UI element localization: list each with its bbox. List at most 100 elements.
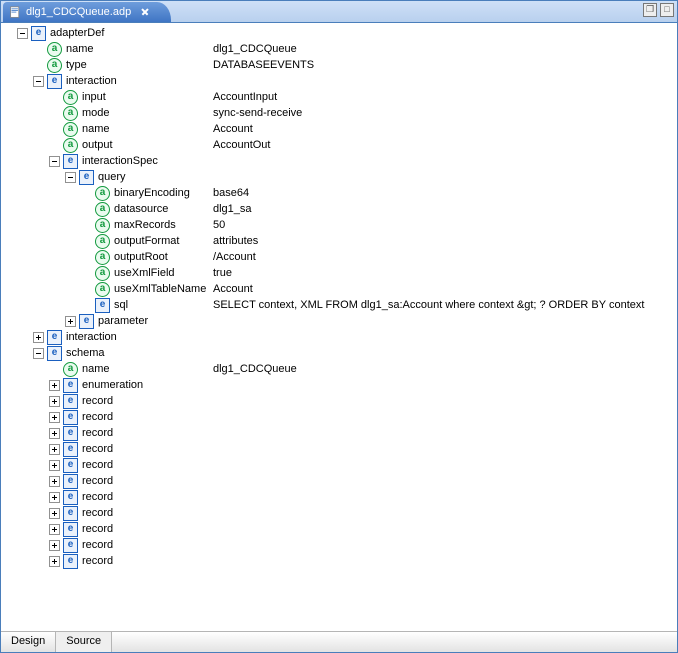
toggle-icon[interactable] bbox=[49, 556, 60, 567]
attr-value[interactable]: SELECT context, XML FROM dlg1_sa:Account… bbox=[213, 299, 644, 311]
tab-source[interactable]: Source bbox=[56, 632, 112, 652]
node-record[interactable]: record bbox=[82, 539, 113, 551]
attr-name[interactable]: outputRoot bbox=[114, 251, 168, 263]
node-adapterdef[interactable]: adapterDef bbox=[50, 27, 104, 39]
attr-value[interactable]: AccountOut bbox=[213, 139, 270, 151]
editor-tab-bar: dlg1_CDCQueue.adp ❐ □ bbox=[1, 1, 677, 23]
node-parameter[interactable]: parameter bbox=[98, 315, 148, 327]
maximize-button[interactable]: □ bbox=[660, 3, 674, 17]
element-icon: e bbox=[63, 490, 78, 505]
toggle-icon[interactable] bbox=[65, 316, 76, 327]
toggle-icon[interactable] bbox=[49, 380, 60, 391]
toggle-icon[interactable] bbox=[49, 412, 60, 423]
attr-name[interactable]: datasource bbox=[114, 203, 168, 215]
node-enumeration[interactable]: enumeration bbox=[82, 379, 143, 391]
attr-name[interactable]: binaryEncoding bbox=[114, 187, 190, 199]
toggle-icon[interactable] bbox=[49, 460, 60, 471]
attr-name[interactable]: name bbox=[82, 363, 110, 375]
node-record[interactable]: record bbox=[82, 411, 113, 423]
toggle-icon[interactable] bbox=[33, 76, 44, 87]
toggle-icon[interactable] bbox=[49, 396, 60, 407]
node-sql[interactable]: sql bbox=[114, 299, 128, 311]
attr-value[interactable]: AccountInput bbox=[213, 91, 277, 103]
attr-value[interactable]: dlg1_sa bbox=[213, 203, 252, 215]
toggle-icon[interactable] bbox=[49, 492, 60, 503]
node-record[interactable]: record bbox=[82, 507, 113, 519]
file-icon bbox=[9, 6, 22, 19]
attr-name[interactable]: mode bbox=[82, 107, 110, 119]
node-record[interactable]: record bbox=[82, 459, 113, 471]
tree-view[interactable]: eadapterDef anamedlg1_CDCQueue atypeDATA… bbox=[1, 23, 677, 631]
element-icon: e bbox=[63, 506, 78, 521]
element-icon: e bbox=[47, 74, 62, 89]
node-record[interactable]: record bbox=[82, 427, 113, 439]
toggle-icon[interactable] bbox=[49, 540, 60, 551]
attribute-icon: a bbox=[63, 362, 78, 377]
attr-name[interactable]: input bbox=[82, 91, 106, 103]
attr-name[interactable]: outputFormat bbox=[114, 235, 179, 247]
attr-name[interactable]: name bbox=[82, 123, 110, 135]
element-icon: e bbox=[63, 394, 78, 409]
attribute-icon: a bbox=[95, 218, 110, 233]
attribute-icon: a bbox=[63, 138, 78, 153]
attribute-icon: a bbox=[95, 234, 110, 249]
attr-name[interactable]: name bbox=[66, 43, 94, 55]
node-record[interactable]: record bbox=[82, 555, 113, 567]
close-icon[interactable] bbox=[141, 8, 149, 16]
attr-name[interactable]: output bbox=[82, 139, 113, 151]
attr-value[interactable]: 50 bbox=[213, 219, 225, 231]
toggle-icon[interactable] bbox=[49, 156, 60, 167]
toggle-icon[interactable] bbox=[49, 476, 60, 487]
toggle-icon[interactable] bbox=[49, 524, 60, 535]
toggle-icon[interactable] bbox=[65, 172, 76, 183]
element-icon: e bbox=[63, 378, 78, 393]
element-icon: e bbox=[63, 474, 78, 489]
attr-name[interactable]: useXmlTableName bbox=[114, 283, 206, 295]
attr-value[interactable]: attributes bbox=[213, 235, 258, 247]
node-record[interactable]: record bbox=[82, 443, 113, 455]
toggle-icon[interactable] bbox=[33, 332, 44, 343]
element-icon: e bbox=[47, 330, 62, 345]
attr-value[interactable]: DATABASEEVENTS bbox=[213, 59, 314, 71]
attr-value[interactable]: dlg1_CDCQueue bbox=[213, 363, 297, 375]
attr-value[interactable]: /Account bbox=[213, 251, 256, 263]
attr-value[interactable]: Account bbox=[213, 283, 253, 295]
attribute-icon: a bbox=[47, 58, 62, 73]
node-record[interactable]: record bbox=[82, 475, 113, 487]
element-icon: e bbox=[63, 538, 78, 553]
restore-button[interactable]: ❐ bbox=[643, 3, 657, 17]
attr-value[interactable]: base64 bbox=[213, 187, 249, 199]
element-icon: e bbox=[63, 554, 78, 569]
toggle-icon[interactable] bbox=[49, 444, 60, 455]
element-icon: e bbox=[79, 314, 94, 329]
node-interaction[interactable]: interaction bbox=[66, 331, 117, 343]
attr-name[interactable]: type bbox=[66, 59, 87, 71]
attribute-icon: a bbox=[95, 282, 110, 297]
element-icon: e bbox=[63, 154, 78, 169]
node-record[interactable]: record bbox=[82, 395, 113, 407]
node-interactionspec[interactable]: interactionSpec bbox=[82, 155, 158, 167]
node-query[interactable]: query bbox=[98, 171, 126, 183]
attr-value[interactable]: Account bbox=[213, 123, 253, 135]
bottom-tab-bar: Design Source bbox=[1, 631, 677, 652]
element-icon: e bbox=[79, 170, 94, 185]
attr-value[interactable]: dlg1_CDCQueue bbox=[213, 43, 297, 55]
node-record[interactable]: record bbox=[82, 491, 113, 503]
attribute-icon: a bbox=[95, 250, 110, 265]
toggle-icon[interactable] bbox=[49, 508, 60, 519]
attr-name[interactable]: maxRecords bbox=[114, 219, 176, 231]
tab-design[interactable]: Design bbox=[1, 632, 56, 652]
toggle-icon[interactable] bbox=[33, 348, 44, 359]
attribute-icon: a bbox=[63, 106, 78, 121]
node-interaction[interactable]: interaction bbox=[66, 75, 117, 87]
editor-tab[interactable]: dlg1_CDCQueue.adp bbox=[3, 2, 171, 22]
toggle-icon[interactable] bbox=[49, 428, 60, 439]
attribute-icon: a bbox=[63, 90, 78, 105]
attribute-icon: a bbox=[95, 202, 110, 217]
node-schema[interactable]: schema bbox=[66, 347, 105, 359]
attr-value[interactable]: true bbox=[213, 267, 232, 279]
node-record[interactable]: record bbox=[82, 523, 113, 535]
attr-name[interactable]: useXmlField bbox=[114, 267, 175, 279]
toggle-icon[interactable] bbox=[17, 28, 28, 39]
attr-value[interactable]: sync-send-receive bbox=[213, 107, 302, 119]
